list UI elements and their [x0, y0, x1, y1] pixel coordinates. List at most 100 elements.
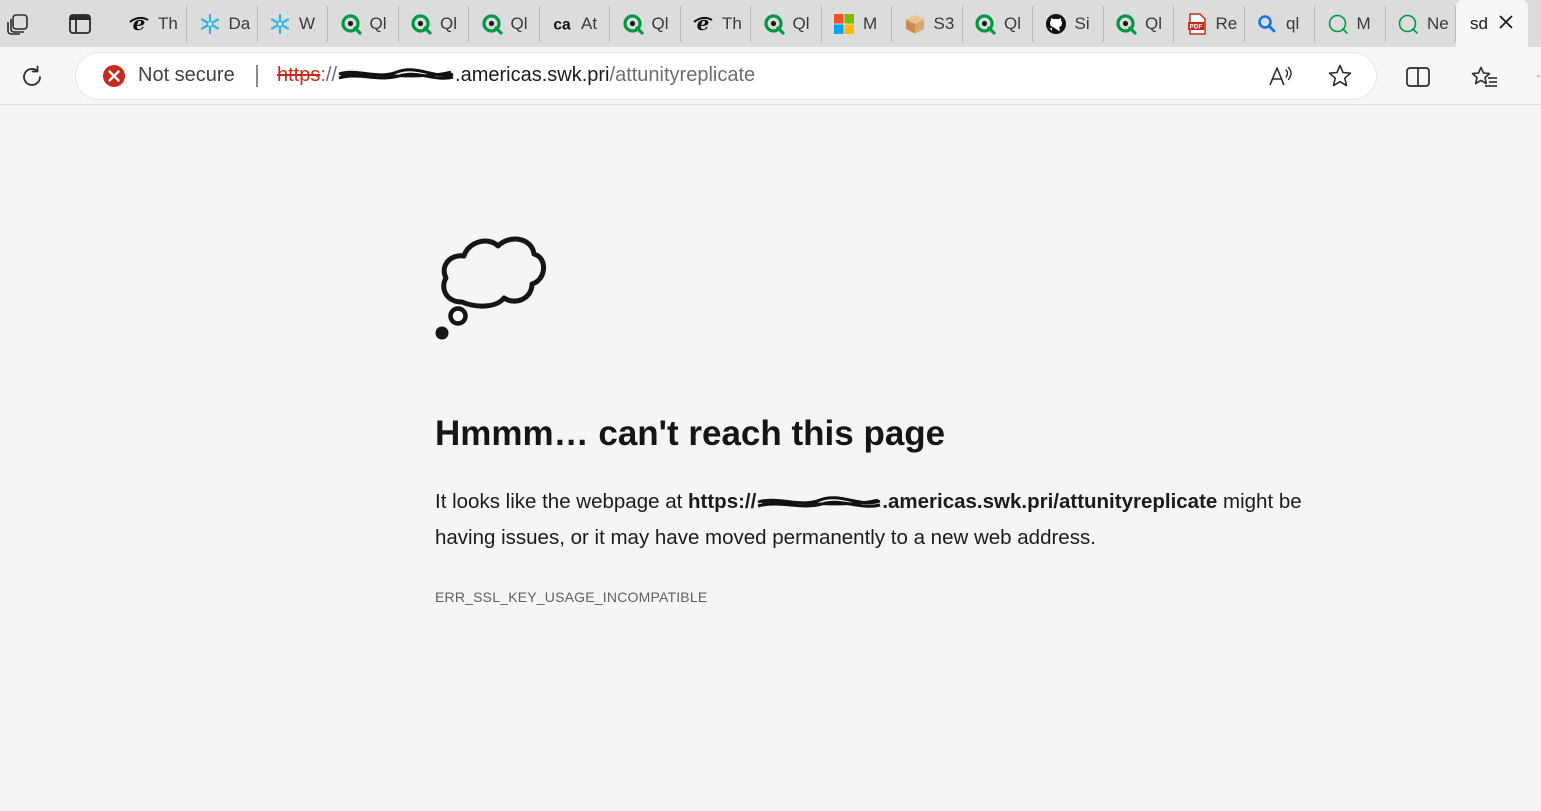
svg-text:ca: ca — [553, 17, 571, 34]
tab-label: Th — [722, 14, 742, 33]
tab-label: ql — [1286, 14, 1300, 33]
tab[interactable]: Ql — [751, 6, 822, 42]
error-url-prefix: https:// — [688, 490, 757, 513]
tab-actions-button[interactable] — [62, 6, 98, 42]
error-description: It looks like the webpage at https:// .a… — [435, 484, 1365, 556]
tab-strip: e Th Da W Ql Ql Ql ca At Ql e Th Ql M S3 Ql Si Ql PDF Re ql M… — [0, 0, 1541, 47]
snowflake-icon — [199, 13, 221, 35]
tab[interactable]: Ql — [398, 6, 469, 42]
tab[interactable]: M — [821, 6, 892, 42]
tab-label: M — [863, 14, 878, 33]
address-bar[interactable]: Not secure https:// .americas.swk.pri/at… — [76, 53, 1376, 99]
tab[interactable]: Ql — [469, 6, 540, 42]
profile-icon — [1537, 75, 1540, 78]
favorites-button[interactable] — [1469, 62, 1501, 92]
tab[interactable]: W — [257, 6, 328, 42]
workspaces-icon — [7, 14, 28, 35]
tab[interactable]: e Th — [116, 6, 187, 42]
qlik-icon — [481, 13, 503, 35]
tab[interactable]: Ql — [1103, 6, 1174, 42]
pdf-icon: PDF — [1186, 13, 1208, 35]
snowflake-icon — [269, 13, 291, 35]
not-secure-icon — [103, 65, 125, 87]
read-aloud-button[interactable] — [1266, 62, 1294, 90]
tab-label: Ql — [510, 14, 528, 33]
address-separator — [256, 65, 258, 87]
tab-active[interactable]: sd — [1456, 0, 1528, 47]
tab-actions-icon — [69, 14, 91, 34]
tab[interactable]: ca At — [539, 6, 610, 42]
qlik-outline-icon — [1327, 13, 1349, 35]
tab[interactable]: e Th — [680, 6, 751, 42]
tab[interactable]: Ne — [1385, 6, 1456, 42]
error-title: Hmmm… can't reach this page — [435, 414, 946, 453]
tab[interactable]: Si — [1033, 6, 1104, 42]
tab-label: Ne — [1427, 14, 1449, 33]
tab[interactable]: PDF Re — [1174, 6, 1245, 42]
svg-text:e: e — [697, 13, 710, 35]
qlik-icon — [410, 13, 432, 35]
security-status-label[interactable]: Not secure — [138, 64, 235, 87]
split-screen-button[interactable] — [1403, 62, 1433, 92]
tab-label: Ql — [1145, 14, 1162, 33]
scribble-icon — [757, 495, 881, 508]
svg-text:PDF: PDF — [1189, 24, 1202, 31]
qlik-icon — [974, 13, 996, 35]
error-code[interactable]: ERR_SSL_KEY_USAGE_INCOMPATIBLE — [435, 589, 707, 605]
tab-label: Ql — [440, 14, 457, 33]
tab[interactable]: Da — [187, 6, 258, 42]
redacted-scribble — [756, 493, 882, 513]
refresh-button[interactable] — [16, 61, 48, 93]
ca-icon: ca — [551, 13, 573, 35]
tab[interactable]: ql — [1244, 6, 1315, 42]
url-path: /attunityreplicate — [609, 64, 756, 86]
tab[interactable]: Ql — [328, 6, 399, 42]
url-scheme: https — [277, 64, 321, 86]
error-body-prefix: It looks like the webpage at — [435, 490, 688, 513]
tab[interactable]: S3 — [892, 6, 963, 42]
profile-button[interactable] — [1530, 62, 1541, 92]
read-aloud-icon — [1269, 66, 1292, 86]
svg-text:e: e — [133, 13, 146, 35]
box-icon — [904, 13, 926, 35]
tab-label: Da — [228, 14, 251, 33]
tab-label: At — [581, 14, 598, 33]
tab-label: Ql — [1004, 14, 1021, 33]
tab[interactable]: Ql — [610, 6, 681, 42]
close-icon — [1499, 15, 1513, 29]
tab-label: Ql — [792, 14, 810, 33]
github-icon — [1045, 13, 1067, 35]
search-icon — [1256, 13, 1278, 35]
tab-label: M — [1356, 14, 1371, 33]
tab-label: W — [299, 14, 316, 33]
qlik-icon — [1115, 13, 1137, 35]
tab-label: Th — [158, 14, 178, 33]
add-favorite-button[interactable] — [1326, 62, 1354, 90]
close-tab-button[interactable] — [1498, 13, 1514, 36]
tab-label: Ql — [369, 14, 387, 33]
tab-label: Si — [1074, 14, 1090, 33]
star-icon — [1328, 64, 1352, 87]
browser-toolbar: Not secure https:// .americas.swk.pri/at… — [0, 47, 1541, 105]
thought-bubble-icon — [435, 236, 546, 340]
url-host: .americas.swk.pri — [455, 64, 610, 86]
workspaces-button[interactable] — [0, 6, 36, 42]
split-screen-icon — [1406, 67, 1430, 87]
url-separator: :// — [320, 64, 338, 86]
ie-icon: e — [128, 13, 150, 35]
tab-label: S3 — [933, 14, 955, 33]
microsoft-icon — [833, 13, 855, 35]
refresh-icon — [23, 65, 41, 86]
qlik-icon — [763, 13, 785, 35]
active-tab-label: sd — [1470, 13, 1488, 33]
qlik-icon — [340, 13, 362, 35]
error-url-suffix: .americas.swk.pri/attunityreplicate — [882, 490, 1218, 513]
redacted-scribble — [337, 66, 455, 86]
tab-label: Re — [1215, 14, 1238, 33]
tab[interactable]: Ql — [962, 6, 1033, 42]
favorites-icon — [1471, 66, 1497, 87]
tab[interactable]: M — [1315, 6, 1386, 42]
url-text[interactable]: https:// .americas.swk.pri/attunityrepli… — [277, 64, 755, 87]
ie-icon: e — [692, 13, 714, 35]
qlik-outline-icon — [1397, 13, 1419, 35]
